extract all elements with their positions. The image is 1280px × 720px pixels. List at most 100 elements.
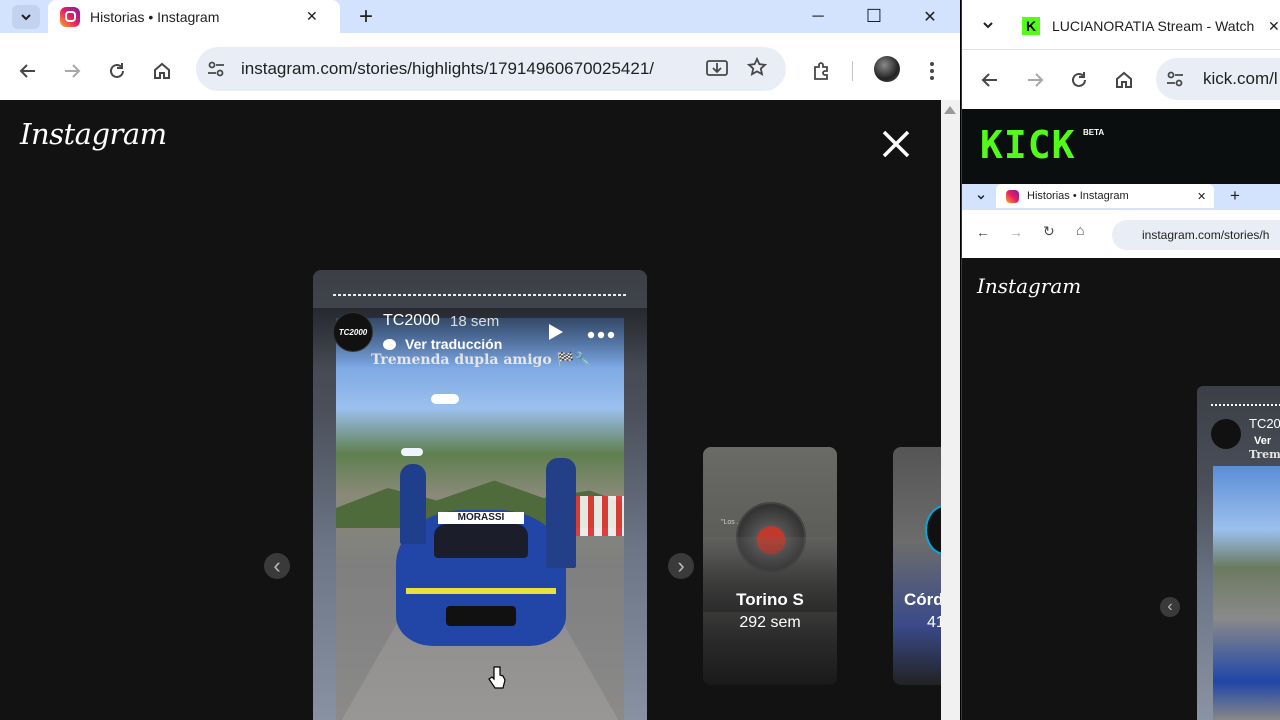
tab-kick[interactable]: K LUCIANORATIA Stream - Watch ✕ xyxy=(1012,6,1280,46)
active-story-card[interactable]: MORASSI TC2000 TC2000 18 sem Ver traducc… xyxy=(313,270,647,720)
embedded-story-username: TC200 xyxy=(1249,416,1280,431)
embedded-tab-strip: Historias • Instagram ✕ + xyxy=(962,184,1280,210)
arrow-right-icon xyxy=(65,64,81,78)
embedded-instagram-logo: Instagram xyxy=(977,274,1082,298)
story-caption: Tremenda dupla amigo 🏁🔧 xyxy=(371,352,592,368)
embedded-story-avatar xyxy=(1211,419,1241,449)
url-text: instagram.com/stories/highlights/1791496… xyxy=(241,59,654,78)
tab-instagram[interactable]: Historias • Instagram ✕ xyxy=(48,0,340,33)
embedded-url: instagram.com/stories/h xyxy=(1142,228,1270,242)
reload-button[interactable] xyxy=(1065,66,1093,94)
more-vertical-icon xyxy=(930,62,934,80)
tab-search-button[interactable] xyxy=(12,5,40,29)
story-options-button[interactable] xyxy=(587,326,617,339)
preview-title: Córd xyxy=(904,590,941,609)
embedded-story-caption: Treme xyxy=(1249,448,1280,461)
extensions-button[interactable] xyxy=(808,57,836,85)
bookmark-star-icon[interactable] xyxy=(746,56,768,82)
url-text: kick.com/l xyxy=(1203,69,1278,88)
arrow-left-icon xyxy=(981,73,997,87)
next-story-button[interactable]: › xyxy=(668,553,694,579)
forward-button[interactable] xyxy=(58,57,86,85)
tab-strip: K LUCIANORATIA Stream - Watch ✕ xyxy=(962,0,1280,50)
embedded-story-card: TC200 Ver Treme xyxy=(1197,386,1280,720)
story-image: MORASSI xyxy=(336,318,624,720)
story-play-button[interactable] xyxy=(547,322,567,342)
instagram-logo[interactable]: Instagram xyxy=(20,117,167,151)
site-settings-icon[interactable] xyxy=(1166,71,1186,87)
chevron-left-icon: ‹ xyxy=(1167,598,1173,615)
browser-window-kick: K LUCIANORATIA Stream - Watch ✕ kick.com… xyxy=(961,0,1280,720)
maximize-button[interactable]: ☐ xyxy=(846,0,902,33)
embedded-prev-button: ‹ xyxy=(1160,597,1180,617)
translate-label: Ver traducción xyxy=(405,336,503,352)
kick-favicon-icon: K xyxy=(1022,17,1040,35)
mechanic-right-shape xyxy=(546,458,576,568)
tab-title: LUCIANORATIA Stream - Watch xyxy=(1052,18,1255,34)
story-username[interactable]: TC2000 xyxy=(383,312,440,330)
browser-toolbar: kick.com/l xyxy=(962,50,1280,109)
reload-button[interactable] xyxy=(103,57,131,85)
back-button[interactable] xyxy=(976,66,1004,94)
tab-close-icon[interactable]: ✕ xyxy=(306,8,318,25)
arrow-left-icon xyxy=(19,64,35,78)
close-window-button[interactable]: ✕ xyxy=(902,0,958,33)
preview-time: 292 sem xyxy=(739,614,801,631)
close-icon: ✕ xyxy=(1197,190,1207,203)
previous-story-button[interactable]: ‹ xyxy=(264,553,290,579)
tab-search-button[interactable] xyxy=(974,12,1002,38)
reload-icon: ↻ xyxy=(1043,223,1055,239)
arrow-left-icon: ← xyxy=(976,224,990,240)
stream-video[interactable]: Historias • Instagram ✕ + ← → ↻ ⌂ instag… xyxy=(962,184,1280,720)
install-app-icon[interactable] xyxy=(706,59,728,84)
back-button[interactable] xyxy=(14,57,42,85)
embedded-tab: Historias • Instagram ✕ xyxy=(996,184,1214,208)
story-avatar[interactable]: TC2000 xyxy=(333,312,373,352)
address-bar[interactable]: kick.com/l xyxy=(1156,58,1280,100)
story-preview-card[interactable]: Córd 41 xyxy=(893,447,941,685)
plus-icon: + xyxy=(1230,186,1240,205)
scroll-up-arrow-icon[interactable] xyxy=(944,106,956,114)
minimize-icon: ─ xyxy=(812,7,824,25)
close-stories-button[interactable] xyxy=(880,128,912,160)
car-grille xyxy=(446,606,516,626)
car-stripe xyxy=(406,588,556,594)
close-icon: ✕ xyxy=(923,8,937,26)
tab-title: Historias • Instagram xyxy=(90,8,220,25)
car-banner: MORASSI xyxy=(438,512,524,524)
embedded-address-bar: instagram.com/stories/h xyxy=(1112,220,1280,250)
embedded-story-image xyxy=(1213,466,1280,720)
page-scrollbar[interactable] xyxy=(941,100,960,720)
embedded-toolbar: ← → ↻ ⌂ instagram.com/stories/h xyxy=(962,210,1280,258)
kick-header: KICK BETA xyxy=(962,109,1280,184)
profile-avatar[interactable] xyxy=(874,56,900,82)
kick-logo[interactable]: KICK xyxy=(980,123,1076,167)
menu-button[interactable] xyxy=(918,57,946,85)
chevron-down-icon xyxy=(977,195,985,200)
car-windshield xyxy=(434,524,528,558)
speech-bubble-icon xyxy=(383,338,396,350)
instagram-favicon-icon xyxy=(60,6,80,27)
avatar-logo-text: TC2000 xyxy=(338,327,368,337)
preview-time: 41 xyxy=(927,614,941,631)
forward-button[interactable] xyxy=(1021,66,1049,94)
arrow-right-icon xyxy=(1028,73,1044,87)
tab-close-icon[interactable]: ✕ xyxy=(1268,18,1280,35)
more-horizontal-icon xyxy=(587,331,615,339)
home-button[interactable] xyxy=(148,57,176,85)
story-preview-card[interactable]: "Los ... Rilizan" Torino S 292 sem xyxy=(703,447,837,685)
close-icon xyxy=(882,130,910,158)
home-button[interactable] xyxy=(1110,66,1138,94)
cloud-shape xyxy=(401,448,423,456)
toolbar-separator xyxy=(852,61,853,81)
new-tab-button[interactable]: + xyxy=(352,3,380,30)
address-bar[interactable]: instagram.com/stories/highlights/1791496… xyxy=(196,47,786,91)
kick-beta-badge: BETA xyxy=(1083,128,1105,137)
minimize-button[interactable]: ─ xyxy=(790,0,846,33)
translate-button[interactable]: Ver traducción xyxy=(383,336,502,352)
mechanic-left-shape xyxy=(400,464,426,544)
site-settings-icon[interactable] xyxy=(206,61,226,77)
maximize-icon: ☐ xyxy=(865,6,883,26)
instagram-stories-viewer: Instagram MORASSI TC2000 TC2000 18 sem V… xyxy=(0,100,941,720)
story-time: 18 sem xyxy=(450,313,500,330)
